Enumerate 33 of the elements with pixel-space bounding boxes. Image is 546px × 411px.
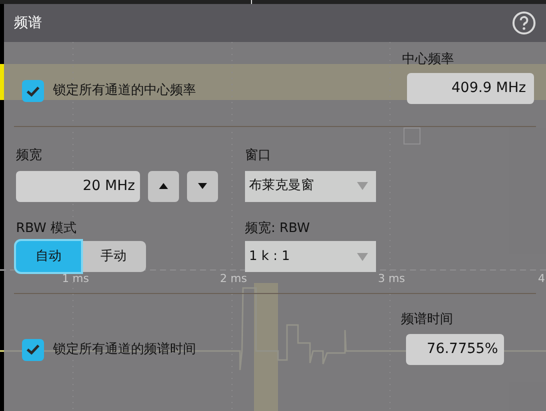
checkbox[interactable] [22, 338, 44, 360]
field-label: 频谱时间 [401, 311, 454, 329]
up-triangle-icon [159, 183, 168, 189]
increment-button[interactable] [148, 170, 179, 202]
dialog-title: 频谱 [14, 14, 42, 32]
axis-label: 3 ms [378, 272, 405, 285]
field-label: 频宽 [16, 147, 43, 165]
axis-label: 4 [538, 272, 545, 285]
mode-toggle[interactable]: 手动 [81, 241, 146, 272]
decrement-button[interactable] [187, 170, 218, 202]
mode-toggle[interactable]: 自动 [16, 241, 81, 272]
down-triangle-icon [198, 183, 207, 189]
dropdown-caret-icon [357, 252, 368, 260]
checkbox-label: 锁定所有通道的频谱时间 [53, 340, 196, 359]
field-label: 窗口 [245, 147, 272, 165]
field-label: 频宽: RBW [245, 220, 311, 238]
axis-label: 2 ms [220, 272, 247, 285]
dropdown-caret-icon [357, 182, 368, 190]
checkbox-label: 锁定所有通道的中心频率 [53, 82, 196, 100]
center-frequency-field[interactable]: 409.9 MHz [407, 73, 534, 104]
dropdown-value: 1 k : 1 [249, 248, 290, 266]
checkmark-icon [26, 86, 40, 96]
field-label: RBW 模式 [16, 220, 78, 238]
span-rbw-dropdown[interactable]: 1 k : 1 [245, 241, 376, 272]
checkbox[interactable] [22, 80, 44, 102]
span-field[interactable]: 20 MHz [16, 170, 140, 202]
axis-label: 1 ms [62, 272, 89, 285]
window-dropdown[interactable]: 布莱克曼窗 [245, 170, 376, 202]
help-icon[interactable] [512, 11, 536, 35]
spectrum-time-field[interactable]: 76.7755% [406, 334, 504, 364]
dropdown-value: 布莱克曼窗 [249, 177, 314, 196]
field-label: 中心频率 [402, 50, 455, 68]
checkmark-icon [26, 344, 40, 355]
